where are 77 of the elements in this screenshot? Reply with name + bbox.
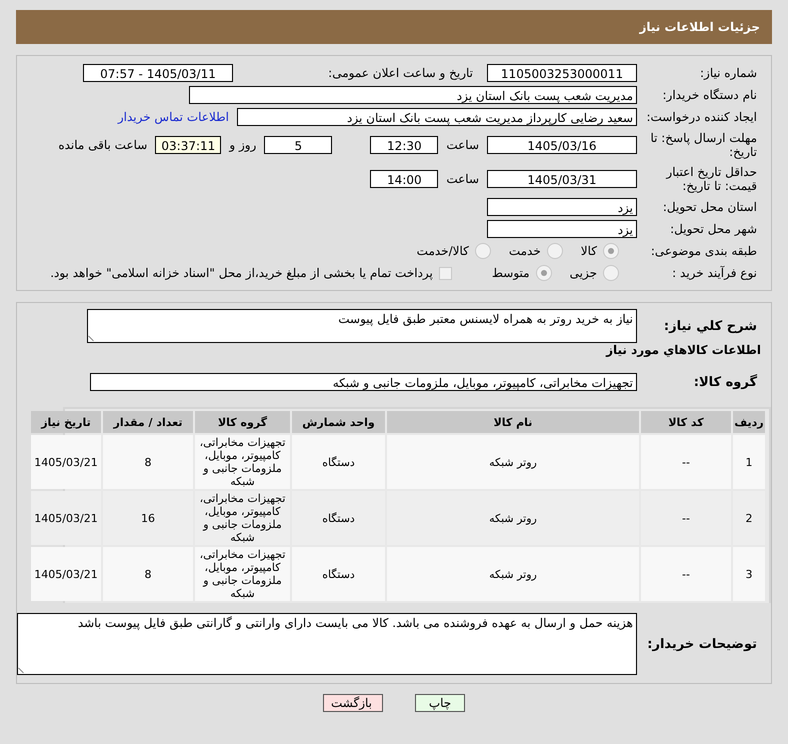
table-cell: روتر شبکه: [387, 547, 639, 601]
contact-link[interactable]: اطلاعات تماس خریدار: [118, 110, 229, 124]
requester-field: سعید رضایی کارپرداز مدیریت شعب پست بانک استان یزد: [237, 108, 637, 126]
print-button[interactable]: چاپ: [415, 694, 465, 712]
radio-button[interactable]: [474, 243, 491, 259]
field-label: مهلت ارسال پاسخ: تا تاریخ:: [649, 130, 758, 160]
table-cell: روتر شبکه: [387, 491, 639, 545]
radio-label: خدمت: [508, 244, 541, 258]
announce-date-field: 1405/03/11 - 07:57: [83, 64, 233, 82]
column-header: تعداد / مقدار: [103, 411, 193, 433]
table-cell: 16: [103, 491, 193, 545]
remaining-label: ساعت باقی مانده: [58, 138, 148, 152]
radio-label: کالا/خدمت: [416, 244, 469, 258]
radio-button[interactable]: [536, 265, 552, 281]
days-field: 5: [264, 136, 332, 154]
table-cell: --: [641, 547, 731, 601]
table-cell: تجهیزات مخابراتی، کامپیوتر، موبایل، ملزومات جانبی و شبکه: [195, 435, 290, 489]
table-cell: تجهیزات مخابراتی، کامپیوتر، موبایل، ملزومات جانبی و شبکه: [195, 491, 290, 545]
table-cell: دستگاه: [292, 547, 385, 601]
checkbox-label: پرداخت تمام یا بخشی از مبلغ خرید،از محل "اسناد خزانه اسلامی" خواهد بود.: [50, 266, 433, 280]
checkbox[interactable]: [438, 266, 452, 280]
field-label: نوع فرآیند خرید :: [671, 266, 758, 280]
field-label: استان محل تحویل:: [662, 200, 758, 214]
city-field: یزد: [487, 220, 637, 238]
table-cell: دستگاه: [292, 491, 385, 545]
column-header: گروه کالا: [195, 411, 290, 433]
field-label: شماره نیاز:: [699, 66, 758, 80]
radio-label: متوسط: [492, 266, 530, 280]
radio-button[interactable]: [603, 265, 619, 281]
back-button[interactable]: بازگشت: [323, 694, 383, 712]
table-cell: --: [641, 491, 731, 545]
time-field: 14:00: [370, 170, 438, 188]
description-box: نیاز به خرید روتر به همراه لایسنس معتبر طبق فایل پیوست: [87, 309, 637, 343]
radio-button[interactable]: [546, 243, 563, 259]
table-cell: روتر شبکه: [387, 435, 639, 489]
date-field: 1405/03/31: [487, 170, 637, 188]
table-cell: 1: [733, 435, 765, 489]
days-label: روز و: [229, 138, 256, 152]
radio-button[interactable]: [603, 243, 619, 259]
field-label: شهر محل تحویل:: [669, 222, 758, 236]
time-field: 12:30: [370, 136, 438, 154]
table-cell: دستگاه: [292, 435, 385, 489]
column-header: نام کالا: [387, 411, 639, 433]
time-label: ساعت: [446, 138, 479, 152]
table-cell: --: [641, 435, 731, 489]
column-header: واحد شمارش: [292, 411, 385, 433]
column-header: تاریخ نیاز: [31, 411, 101, 433]
field-label: گروه کالا:: [692, 374, 758, 390]
field-label: نام دستگاه خریدار:: [662, 88, 758, 102]
field-label: ایجاد کننده درخواست:: [645, 110, 758, 124]
table-cell: 1405/03/21: [31, 547, 101, 601]
time-label: ساعت: [446, 172, 479, 186]
need-number-field: 1105003253000011: [487, 64, 637, 82]
table-cell: تجهیزات مخابراتی، کامپیوتر، موبایل، ملزومات جانبی و شبکه: [195, 547, 290, 601]
table-cell: 1405/03/21: [31, 491, 101, 545]
field-label: شرح کلي نیاز:: [662, 318, 758, 334]
remaining-time-field: 03:37:11: [155, 136, 222, 154]
date-field: 1405/03/16: [487, 136, 637, 154]
column-header: ردیف: [733, 411, 765, 433]
radio-label: کالا: [580, 244, 597, 258]
notes-box: هزینه حمل و ارسال به عهده فروشنده می باشد. کالا می بایست دارای وارانتی و گارانتی طبق فایل پیوست باشد: [17, 613, 637, 675]
goods-group-field: تجهیزات مخابراتی، کامپیوتر، موبایل، ملزومات جانبی و شبکه: [90, 373, 637, 391]
field-label: طبقه بندی موضوعی:: [650, 244, 758, 258]
field-label: تاریخ و ساعت اعلان عمومی:: [327, 66, 473, 80]
table-cell: 2: [733, 491, 765, 545]
province-field: یزد: [487, 198, 637, 216]
buyer-org-field: مدیریت شعب پست بانک استان یزد: [189, 86, 637, 104]
table-cell: 8: [103, 435, 193, 489]
field-label: توضیحات خریدار:: [646, 636, 758, 652]
section-heading: اطلاعات کالاهاي مورد نیاز: [604, 343, 762, 357]
table-cell: 8: [103, 547, 193, 601]
table-cell: 1405/03/21: [31, 435, 101, 489]
field-label: حداقل تاریخ اعتبار قیمت: تا تاریخ:: [664, 164, 758, 194]
radio-label: جزیی: [570, 266, 597, 280]
table-cell: 3: [733, 547, 765, 601]
column-header: کد کالا: [641, 411, 731, 433]
page-title: جزئیات اطلاعات نیاز: [639, 20, 760, 34]
